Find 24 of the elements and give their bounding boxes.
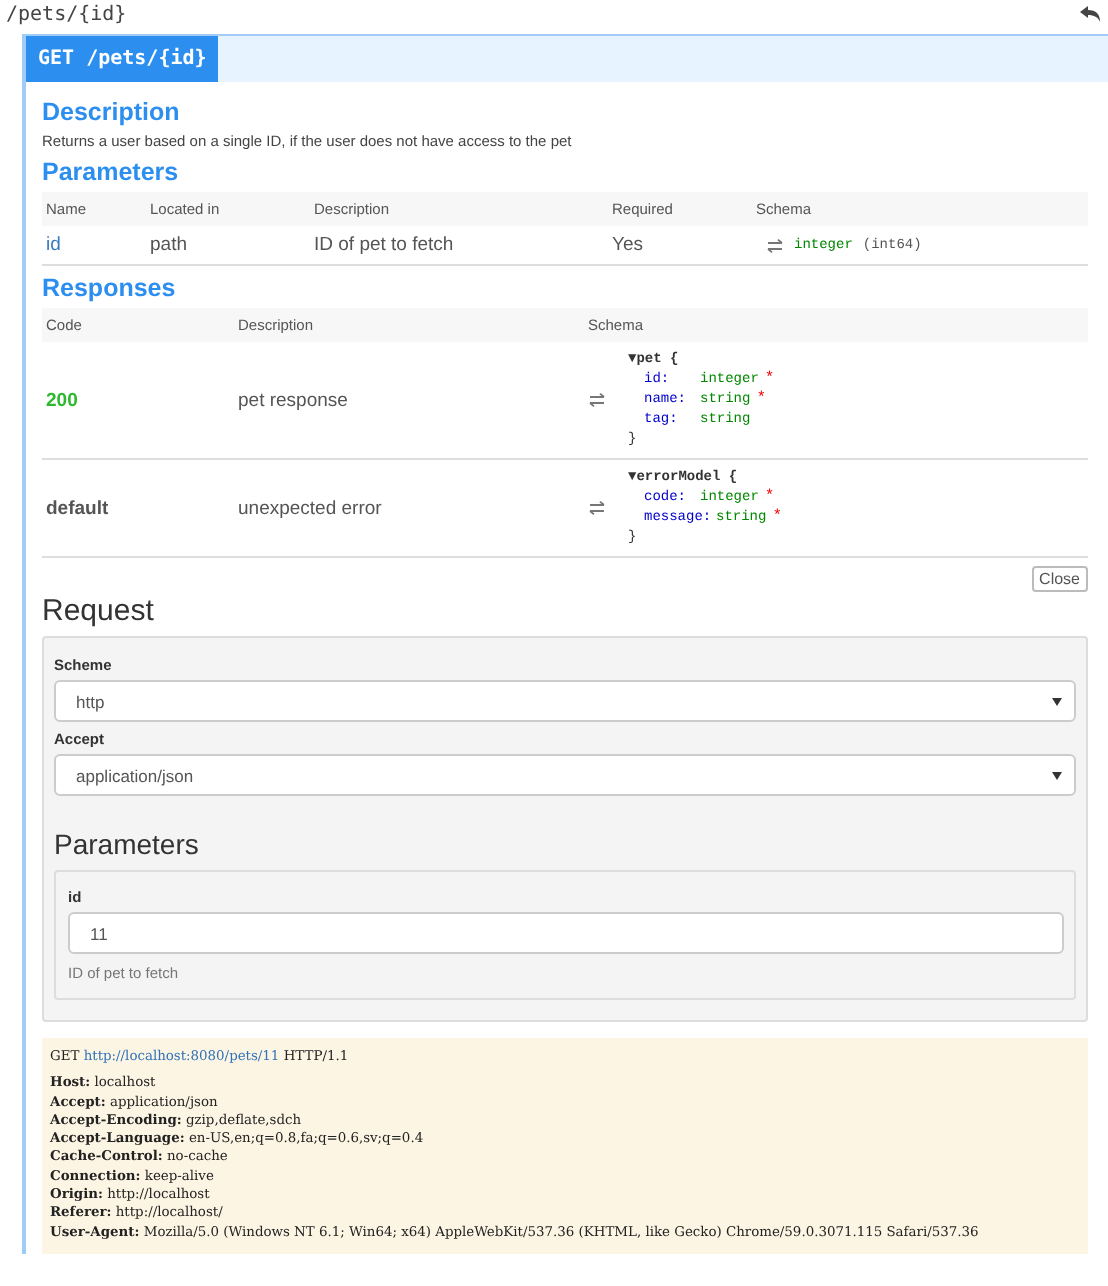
close-button[interactable]: Close	[1031, 566, 1088, 592]
swap-arrows-icon[interactable]	[766, 237, 784, 253]
table-cell: ID of pet to fetch	[310, 226, 608, 266]
response-code: 200	[42, 342, 234, 460]
input-field[interactable]: 11	[68, 912, 1064, 954]
swap-arrows-icon[interactable]	[588, 392, 606, 408]
section-title: Parameters	[42, 158, 181, 186]
path-title: /pets/{id}	[6, 3, 127, 25]
response-code: default	[42, 460, 234, 558]
request-title: Request	[42, 594, 156, 628]
section-title: Description	[42, 98, 182, 126]
swap-arrows-icon[interactable]	[588, 500, 606, 516]
select-field[interactable]: application/json	[54, 754, 1076, 796]
select-field[interactable]: http	[54, 680, 1076, 722]
parameters-title: Parameters	[54, 828, 201, 860]
table-cell: path	[146, 226, 310, 266]
table-cell: unexpected error	[234, 460, 584, 558]
dropdown-caret-icon[interactable]	[1052, 697, 1062, 705]
back-arrow-icon[interactable]	[1080, 6, 1100, 22]
table-cell: id	[42, 226, 146, 266]
dropdown-caret-icon[interactable]	[1052, 771, 1062, 779]
table-cell: pet response	[234, 342, 584, 460]
table-cell: Yes	[608, 226, 752, 266]
section-title: Responses	[42, 274, 178, 302]
